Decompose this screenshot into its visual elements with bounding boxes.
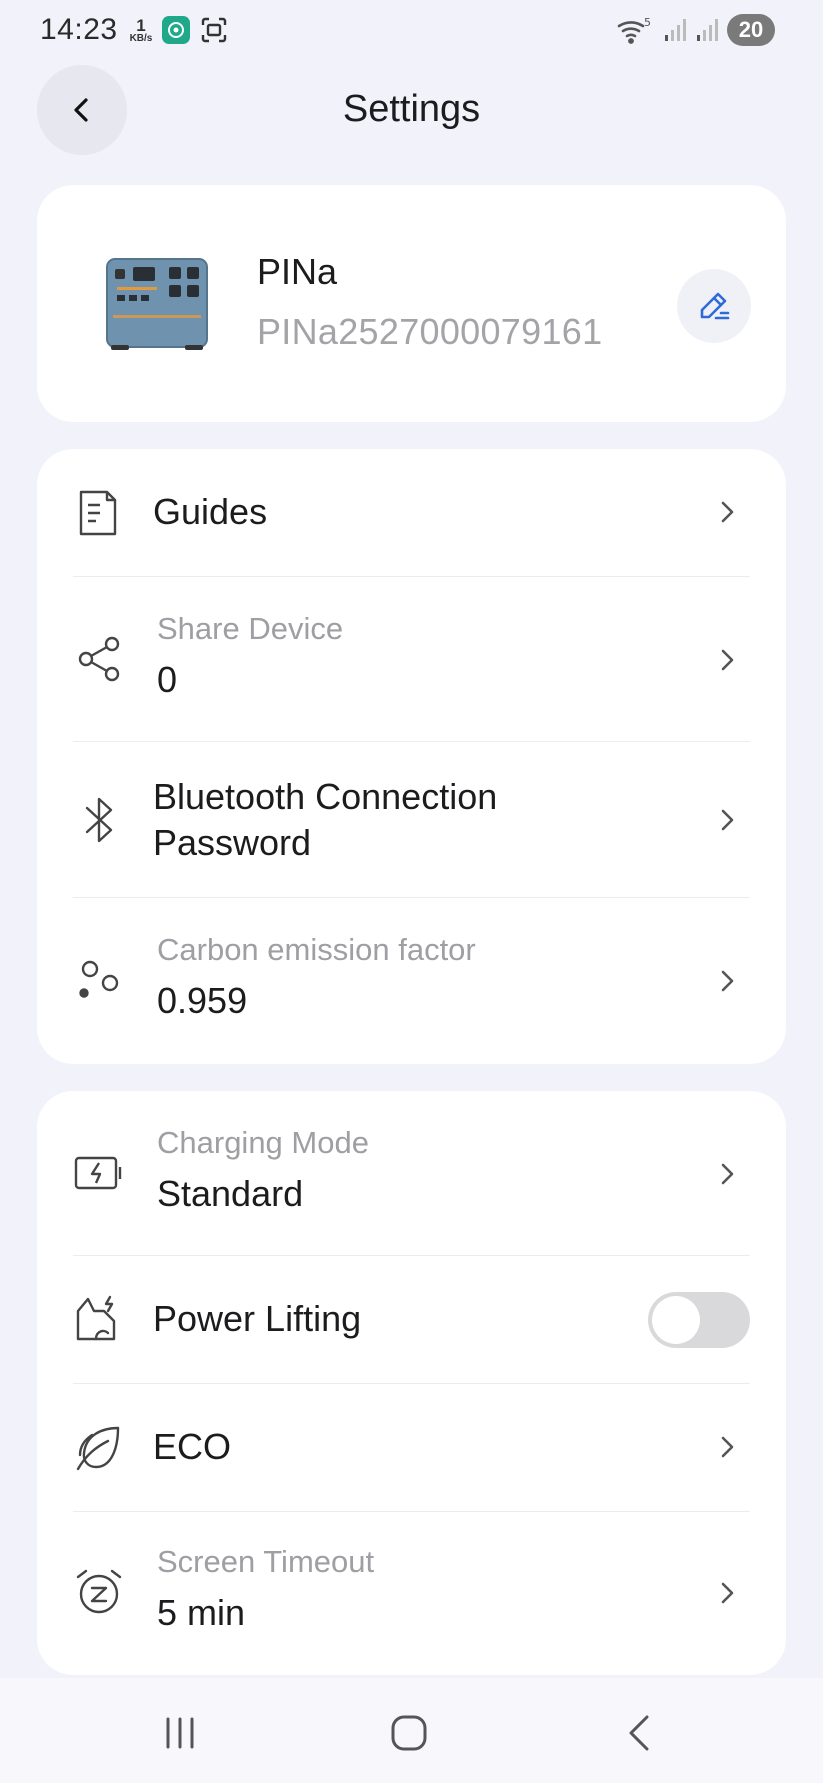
- screen-timeout-label: Screen Timeout: [157, 1544, 375, 1579]
- svg-text:5: 5: [644, 16, 651, 29]
- signal-icon-1: [665, 19, 686, 41]
- device-name: PINa: [257, 251, 338, 292]
- share-icon: [73, 633, 125, 685]
- device-card[interactable]: PINa PINa2527000079161: [37, 185, 786, 422]
- bluetooth-label-line1: Bluetooth Connection: [153, 776, 498, 817]
- home-icon: [391, 1715, 427, 1751]
- edit-pencil-icon: [700, 292, 730, 320]
- leaf-icon: [73, 1422, 125, 1474]
- chevron-right-icon: [721, 970, 734, 992]
- eco-row[interactable]: ECO: [73, 1384, 750, 1512]
- share-device-value: 0: [157, 659, 178, 700]
- screen-timeout-value: 5 min: [157, 1592, 246, 1633]
- eco-label: ECO: [153, 1426, 232, 1467]
- status-right: 5 20: [615, 14, 775, 46]
- power-lifting-icon: [73, 1292, 125, 1344]
- guides-label: Guides: [153, 491, 268, 532]
- document-icon: [73, 487, 125, 539]
- network-speed: 1 KB/s: [130, 17, 153, 44]
- power-lifting-toggle[interactable]: [648, 1292, 750, 1348]
- chevron-right-icon: [721, 649, 734, 671]
- carbon-dots-icon: [73, 954, 125, 1006]
- charging-mode-label: Charging Mode: [157, 1125, 369, 1160]
- alarm-sleep-icon: [73, 1566, 125, 1618]
- battery-level: 20: [727, 14, 775, 46]
- bluetooth-icon: [73, 794, 125, 846]
- home-button[interactable]: [379, 1708, 439, 1758]
- network-speed-unit: KB/s: [129, 32, 153, 44]
- bluetooth-password-row[interactable]: Bluetooth Connection Password: [73, 742, 750, 898]
- toggle-knob: [652, 1296, 700, 1344]
- charging-mode-value: Standard: [157, 1173, 304, 1214]
- guides-row[interactable]: Guides: [73, 449, 750, 577]
- power-settings-card: Charging Mode Standard Power Lifting ECO…: [37, 1091, 786, 1675]
- power-lifting-row: Power Lifting: [73, 1256, 750, 1384]
- back-icon: [629, 1715, 649, 1751]
- signal-icon-2: [697, 19, 718, 41]
- system-nav-bar: [0, 1678, 823, 1783]
- recents-button[interactable]: [150, 1708, 210, 1758]
- carbon-emission-value: 0.959: [157, 980, 248, 1021]
- app-notification-icon: [162, 16, 191, 44]
- share-device-label: Share Device: [157, 611, 344, 646]
- power-lifting-label: Power Lifting: [153, 1298, 362, 1339]
- charging-mode-row[interactable]: Charging Mode Standard: [73, 1091, 750, 1256]
- wifi-icon: 5: [617, 16, 651, 44]
- device-serial: PINa2527000079161: [257, 311, 603, 352]
- carbon-emission-label: Carbon emission factor: [157, 932, 476, 967]
- status-time: 14:23: [40, 13, 118, 46]
- status-bar: 14:23 1 KB/s 5 20: [0, 0, 823, 60]
- edit-device-button[interactable]: [677, 269, 751, 343]
- network-speed-value: 1: [136, 15, 146, 35]
- recents-icon: [166, 1717, 194, 1749]
- bluetooth-label-line2: Password: [153, 822, 312, 863]
- chevron-right-icon: [721, 1582, 734, 1604]
- chevron-right-icon: [721, 809, 734, 831]
- share-device-row[interactable]: Share Device 0: [73, 577, 750, 742]
- system-back-button[interactable]: [610, 1708, 670, 1758]
- chevron-right-icon: [721, 1163, 734, 1185]
- screenshot-icon: [200, 16, 228, 44]
- chevron-right-icon: [721, 501, 734, 523]
- power-station-icon: [103, 253, 211, 353]
- carbon-emission-row[interactable]: Carbon emission factor 0.959: [73, 898, 750, 1064]
- battery-charging-icon: [73, 1147, 125, 1199]
- chevron-right-icon: [721, 1436, 734, 1458]
- screen-timeout-row[interactable]: Screen Timeout 5 min: [73, 1512, 750, 1675]
- device-settings-card: Guides Share Device 0 Bluetooth Connecti…: [37, 449, 786, 1064]
- page-title: Settings: [342, 88, 481, 130]
